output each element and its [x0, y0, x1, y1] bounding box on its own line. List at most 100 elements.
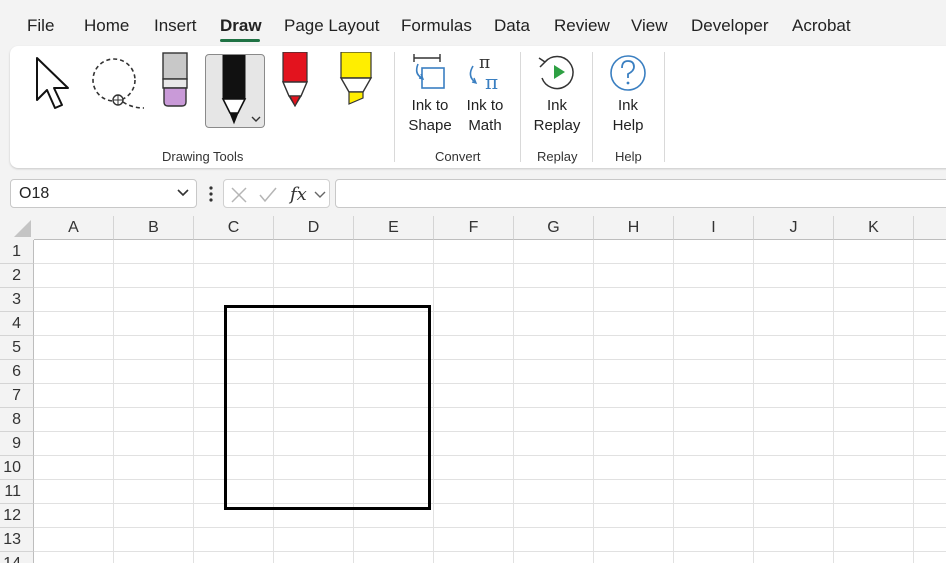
grid-line: [34, 479, 946, 480]
column-header-h[interactable]: H: [594, 216, 674, 240]
grid-line: [34, 311, 946, 312]
insert-function-icon[interactable]: fx: [288, 183, 312, 205]
row-header-3[interactable]: 3: [0, 288, 34, 312]
black-pen-button[interactable]: [205, 54, 265, 128]
formula-input[interactable]: [335, 179, 946, 208]
ink-help-button[interactable]: Ink Help: [606, 52, 650, 144]
tab-view[interactable]: View: [631, 16, 668, 36]
tab-data[interactable]: Data: [494, 16, 530, 36]
grid-line: [913, 240, 914, 563]
grid-line: [34, 503, 946, 504]
row-header-7[interactable]: 7: [0, 384, 34, 408]
row-header-11[interactable]: 11: [0, 480, 34, 504]
ink-replay-icon: [538, 55, 574, 90]
ink-to-math-label-2: Math: [468, 117, 502, 134]
column-header-f[interactable]: F: [434, 216, 514, 240]
spreadsheet-grid: A B C D E F G H I J K 1 2 3 4 5 6 7 8 9 …: [0, 216, 946, 563]
tab-developer[interactable]: Developer: [691, 16, 769, 36]
row-header-9[interactable]: 9: [0, 432, 34, 456]
ink-help-label-2: Help: [612, 117, 644, 134]
grid-line: [34, 287, 946, 288]
column-header-g[interactable]: G: [514, 216, 594, 240]
column-header-k[interactable]: K: [834, 216, 914, 240]
black-pen-icon: [221, 55, 261, 125]
ink-to-shape-icon: [413, 54, 445, 89]
question-icon: [610, 55, 646, 91]
tab-acrobat[interactable]: Acrobat: [792, 16, 851, 36]
ink-to-math-icon: π π: [469, 53, 498, 92]
column-header-e[interactable]: E: [354, 216, 434, 240]
ink-to-shape-button[interactable]: Ink to Shape: [408, 52, 452, 144]
row-header-4[interactable]: 4: [0, 312, 34, 336]
ink-to-math-button[interactable]: π π Ink to Math: [463, 52, 507, 144]
row-header-6[interactable]: 6: [0, 360, 34, 384]
row-header-13[interactable]: 13: [0, 528, 34, 552]
tab-insert[interactable]: Insert: [154, 16, 197, 36]
ink-replay-button[interactable]: Ink Replay: [530, 52, 584, 144]
active-tab-indicator: [220, 39, 260, 42]
select-all-corner[interactable]: [0, 216, 34, 240]
row-header-14[interactable]: 14: [0, 552, 34, 563]
tab-formulas[interactable]: Formulas: [401, 16, 472, 36]
row-header-5[interactable]: 5: [0, 336, 34, 360]
tab-review[interactable]: Review: [554, 16, 610, 36]
row-header-8[interactable]: 8: [0, 408, 34, 432]
tab-page-layout[interactable]: Page Layout: [284, 16, 379, 36]
grid-line: [34, 551, 946, 552]
column-header-d[interactable]: D: [274, 216, 354, 240]
group-divider: [394, 52, 395, 162]
group-label-help: Help: [615, 149, 642, 164]
column-header-i[interactable]: I: [674, 216, 754, 240]
drawn-rectangle-shape[interactable]: [224, 305, 431, 510]
grid-line: [34, 431, 946, 432]
ink-to-math-label-1: Ink to: [466, 97, 504, 114]
grid-line: [34, 263, 946, 264]
ribbon: Drawing Tools Ink to Shape π π Ink to Ma…: [10, 46, 946, 168]
row-header-2[interactable]: 2: [0, 264, 34, 288]
grid-line: [34, 359, 946, 360]
row-header-12[interactable]: 12: [0, 504, 34, 528]
svg-text:fx: fx: [288, 184, 307, 205]
chevron-down-icon[interactable]: [314, 190, 326, 200]
group-label-convert: Convert: [435, 149, 481, 164]
tab-home[interactable]: Home: [84, 16, 129, 36]
grid-line: [833, 240, 834, 563]
grid-line: [34, 527, 946, 528]
column-header-l[interactable]: [914, 216, 946, 240]
row-header-1[interactable]: 1: [0, 240, 34, 264]
more-options-icon[interactable]: [208, 184, 214, 204]
grid-line: [513, 240, 514, 563]
row-header-10[interactable]: 10: [0, 456, 34, 480]
column-header-c[interactable]: C: [194, 216, 274, 240]
yellow-highlighter-icon[interactable]: [338, 52, 374, 110]
lasso-select-icon[interactable]: [90, 56, 150, 114]
chevron-down-icon[interactable]: [176, 188, 190, 198]
ink-to-shape-label-1: Ink to: [411, 97, 449, 114]
group-divider: [664, 52, 665, 162]
eraser-icon[interactable]: [160, 52, 190, 110]
grid-line: [593, 240, 594, 563]
name-box-value: O18: [19, 185, 50, 202]
ink-replay-label-2: Replay: [533, 117, 581, 134]
column-header-j[interactable]: J: [754, 216, 834, 240]
cancel-icon[interactable]: [230, 186, 248, 204]
enter-check-icon[interactable]: [258, 186, 278, 204]
ink-replay-label-1: Ink: [546, 97, 567, 114]
column-header-a[interactable]: A: [34, 216, 114, 240]
cell-area[interactable]: [34, 240, 946, 563]
grid-line: [34, 383, 946, 384]
grid-line: [673, 240, 674, 563]
select-icon[interactable]: [34, 56, 74, 112]
column-header-b[interactable]: B: [114, 216, 194, 240]
red-pen-icon[interactable]: [280, 52, 310, 110]
grid-line: [34, 407, 946, 408]
svg-text:π: π: [485, 70, 498, 92]
ink-help-label-1: Ink: [617, 97, 638, 114]
grid-line: [433, 240, 434, 563]
group-divider: [592, 52, 593, 162]
tab-file[interactable]: File: [27, 16, 54, 36]
tab-draw[interactable]: Draw: [220, 16, 262, 36]
name-box[interactable]: O18: [10, 179, 197, 208]
group-label-drawing-tools: Drawing Tools: [162, 149, 244, 164]
grid-line: [34, 455, 946, 456]
